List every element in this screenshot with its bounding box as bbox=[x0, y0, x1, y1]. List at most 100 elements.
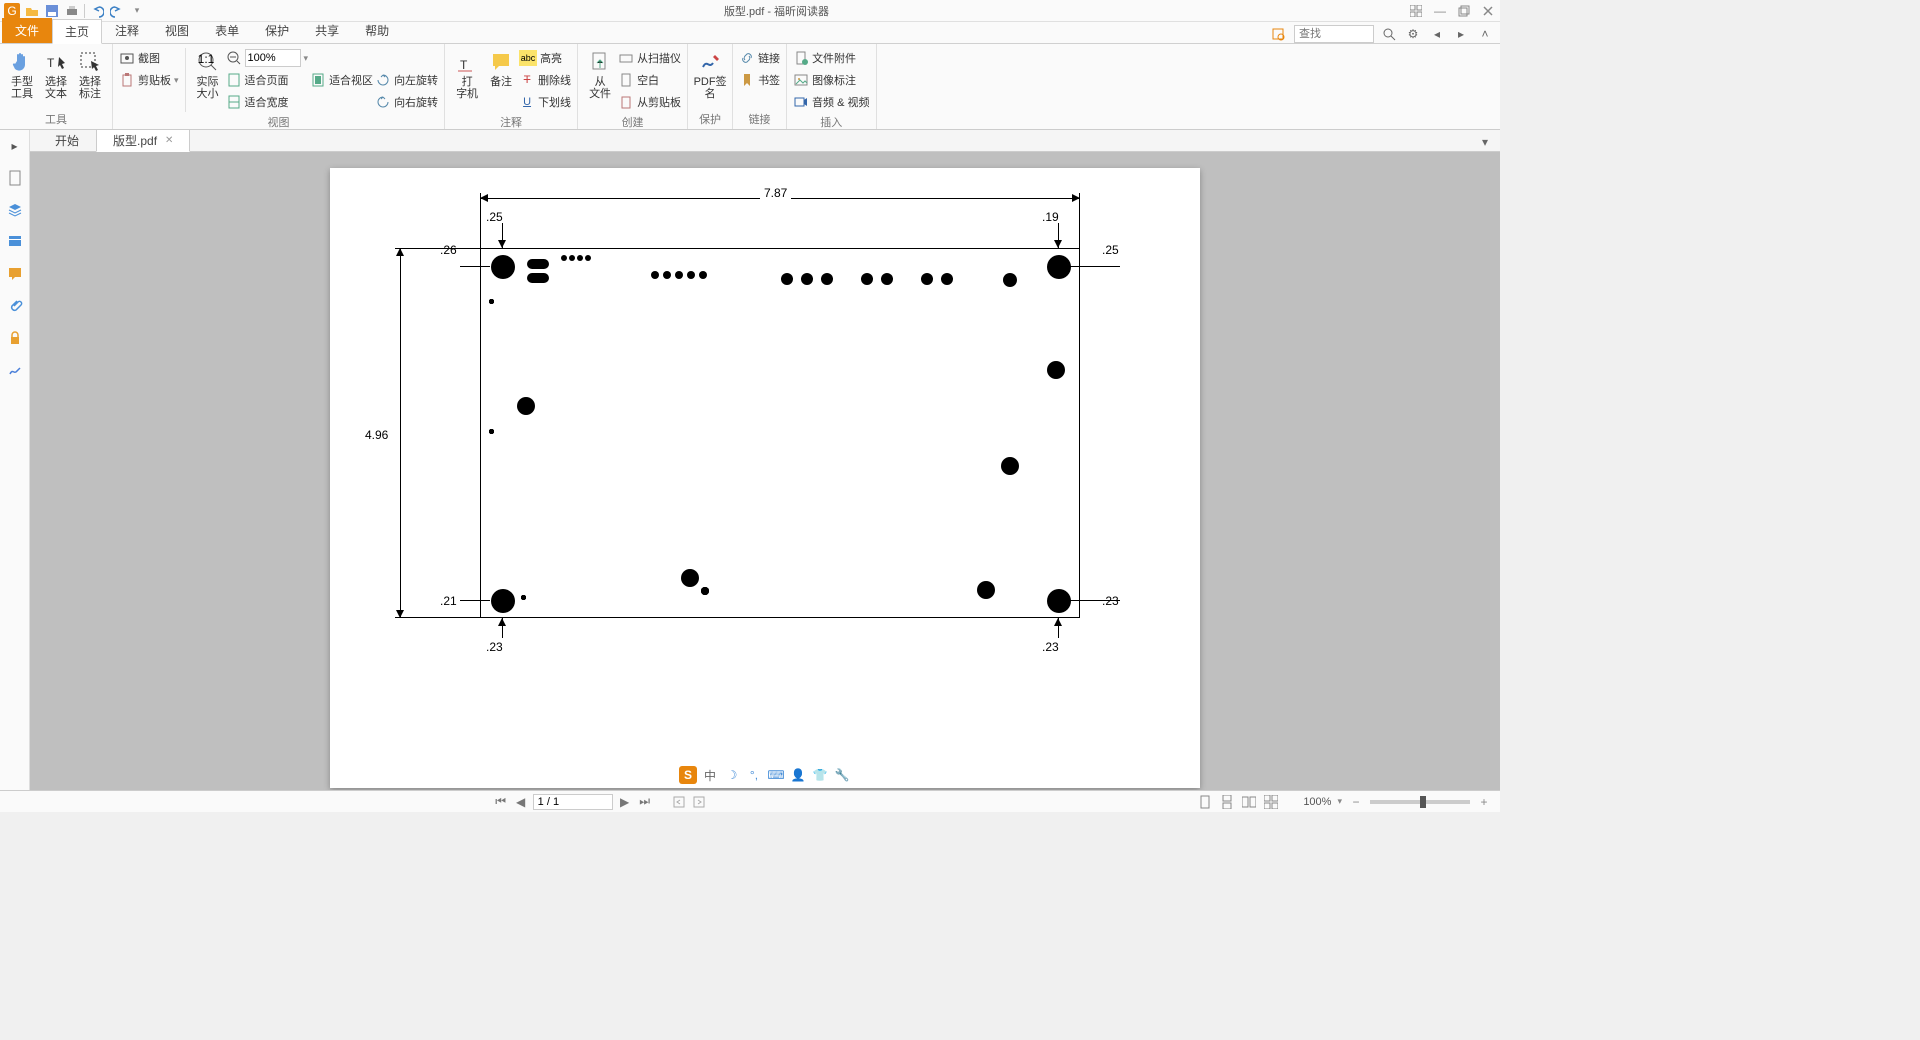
print-icon[interactable] bbox=[64, 3, 80, 19]
tab-form[interactable]: 表单 bbox=[202, 18, 252, 43]
zoom-slider[interactable] bbox=[1370, 800, 1470, 804]
navigation-panel: ▸ bbox=[0, 130, 30, 790]
qat-dropdown-icon[interactable]: ▾ bbox=[129, 3, 145, 19]
tab-protect[interactable]: 保护 bbox=[252, 18, 302, 43]
close-icon[interactable] bbox=[1480, 3, 1496, 19]
comments-panel-icon[interactable] bbox=[5, 264, 25, 284]
group-label: 工具 bbox=[6, 109, 106, 127]
undo-icon[interactable] bbox=[89, 3, 105, 19]
ribbon-mode-icon[interactable] bbox=[1408, 3, 1424, 19]
ime-logo-icon[interactable]: S bbox=[679, 766, 697, 784]
close-tab-icon[interactable]: ✕ bbox=[165, 135, 173, 146]
rotate-right-button[interactable]: 向右旋转 bbox=[375, 92, 438, 112]
from-clipboard-button[interactable]: 从剪贴板 bbox=[618, 92, 681, 112]
nav-back-icon[interactable] bbox=[671, 794, 687, 810]
last-page-icon[interactable]: ⏭ bbox=[637, 794, 653, 810]
bookmarks-panel-icon[interactable] bbox=[5, 232, 25, 252]
image-annotation-button[interactable]: 图像标注 bbox=[793, 70, 869, 90]
security-panel-icon[interactable] bbox=[5, 328, 25, 348]
dim-tr-x: .19 bbox=[1042, 210, 1059, 224]
svg-text:T: T bbox=[460, 58, 468, 72]
select-text-button[interactable]: T选择 文本 bbox=[40, 48, 72, 109]
pdf-sign-button[interactable]: PDF签 名 bbox=[694, 48, 726, 109]
select-annot-button[interactable]: 选择 标注 bbox=[74, 48, 106, 109]
svg-text:T: T bbox=[47, 56, 55, 70]
doctab-start[interactable]: 开始 bbox=[38, 129, 96, 151]
ime-tool-icon[interactable]: 🔧 bbox=[833, 766, 851, 784]
ime-skin-icon[interactable]: 👕 bbox=[811, 766, 829, 784]
strikethrough-button[interactable]: T删除线 bbox=[519, 70, 571, 90]
zoom-field[interactable] bbox=[245, 49, 301, 67]
typewriter-button[interactable]: T打 字机 bbox=[451, 48, 483, 112]
ime-person-icon[interactable]: 👤 bbox=[789, 766, 807, 784]
continuous-view-icon[interactable] bbox=[1219, 794, 1235, 810]
redo-icon[interactable] bbox=[109, 3, 125, 19]
facing-view-icon[interactable] bbox=[1241, 794, 1257, 810]
dim-br-x: .23 bbox=[1042, 640, 1059, 654]
ime-lang-icon[interactable]: 中 bbox=[701, 766, 719, 784]
zoom-in-icon[interactable]: + bbox=[1476, 794, 1492, 810]
search-scope-icon[interactable] bbox=[1270, 25, 1288, 43]
ime-moon-icon[interactable]: ☽ bbox=[723, 766, 741, 784]
open-icon[interactable] bbox=[24, 3, 40, 19]
rotate-left-button[interactable]: 向左旋转 bbox=[375, 70, 438, 90]
dim-tl-y: .26 bbox=[440, 243, 457, 257]
collapse-ribbon-icon[interactable]: ˄ bbox=[1476, 25, 1494, 43]
dim-bl-y: .21 bbox=[440, 594, 457, 608]
maximize-icon[interactable] bbox=[1456, 3, 1472, 19]
document-tabs: 开始 版型.pdf✕ ▾ bbox=[30, 130, 1500, 152]
tab-home[interactable]: 主页 bbox=[52, 19, 102, 44]
svg-text:G: G bbox=[7, 4, 16, 18]
single-page-view-icon[interactable] bbox=[1197, 794, 1213, 810]
next-page-icon[interactable]: ▶ bbox=[617, 794, 633, 810]
doctab-file[interactable]: 版型.pdf✕ bbox=[96, 129, 190, 152]
hand-tool-button[interactable]: 手型 工具 bbox=[6, 48, 38, 109]
zoom-out-icon[interactable]: − bbox=[1348, 794, 1364, 810]
search-input[interactable] bbox=[1294, 25, 1374, 43]
tab-menu-icon[interactable]: ▾ bbox=[1476, 133, 1494, 151]
prev-page-icon[interactable]: ◀ bbox=[513, 794, 529, 810]
layers-panel-icon[interactable] bbox=[5, 200, 25, 220]
highlight-button[interactable]: abc高亮 bbox=[519, 48, 571, 68]
prev-find-icon[interactable]: ◂ bbox=[1428, 25, 1446, 43]
next-find-icon[interactable]: ▸ bbox=[1452, 25, 1470, 43]
clipboard-button[interactable]: 剪贴板▾ bbox=[119, 70, 179, 90]
gear-icon[interactable]: ⚙ bbox=[1404, 25, 1422, 43]
fit-width-button[interactable]: 适合宽度 bbox=[226, 92, 309, 112]
group-links: 链接 书签 链接 bbox=[733, 44, 787, 129]
first-page-icon[interactable]: ⏮ bbox=[493, 794, 509, 810]
snapshot-button[interactable]: 截图 bbox=[119, 48, 179, 68]
tab-help[interactable]: 帮助 bbox=[352, 18, 402, 43]
note-button[interactable]: 备注 bbox=[485, 48, 517, 112]
link-button[interactable]: 链接 bbox=[739, 48, 780, 68]
attachments-panel-icon[interactable] bbox=[5, 296, 25, 316]
from-scanner-button[interactable]: 从扫描仪 bbox=[618, 48, 681, 68]
search-icon[interactable] bbox=[1380, 25, 1398, 43]
minimize-icon[interactable]: — bbox=[1432, 3, 1448, 19]
underline-button[interactable]: U下划线 bbox=[519, 92, 571, 112]
page-number-field[interactable] bbox=[533, 794, 613, 810]
fit-page-button[interactable]: 适合页面 bbox=[226, 70, 309, 90]
document-canvas[interactable]: 7.87 4.96 bbox=[30, 152, 1500, 790]
ime-keyboard-icon[interactable]: ⌨ bbox=[767, 766, 785, 784]
from-file-button[interactable]: 从 文件 bbox=[584, 48, 616, 112]
continuous-facing-view-icon[interactable] bbox=[1263, 794, 1279, 810]
tab-share[interactable]: 共享 bbox=[302, 18, 352, 43]
tab-view[interactable]: 视图 bbox=[152, 18, 202, 43]
signatures-panel-icon[interactable] bbox=[5, 360, 25, 380]
fit-visible-button[interactable]: 适合视区 bbox=[310, 70, 373, 90]
dim-br-y: .23 bbox=[1102, 594, 1119, 608]
ime-punct-icon[interactable]: °, bbox=[745, 766, 763, 784]
bookmark-button[interactable]: 书签 bbox=[739, 70, 780, 90]
zoom-out-icon[interactable] bbox=[226, 50, 242, 66]
pages-panel-icon[interactable] bbox=[5, 168, 25, 188]
save-icon[interactable] bbox=[44, 3, 60, 19]
tab-comment[interactable]: 注释 bbox=[102, 18, 152, 43]
file-attachment-button[interactable]: 文件附件 bbox=[793, 48, 869, 68]
tab-file[interactable]: 文件 bbox=[2, 18, 52, 43]
audio-video-button[interactable]: 音频 & 视频 bbox=[793, 92, 869, 112]
actual-size-button[interactable]: 1:1实际 大小 bbox=[192, 48, 224, 112]
blank-button[interactable]: 空白 bbox=[618, 70, 681, 90]
nav-forward-icon[interactable] bbox=[691, 794, 707, 810]
nav-expand-icon[interactable]: ▸ bbox=[5, 136, 25, 156]
